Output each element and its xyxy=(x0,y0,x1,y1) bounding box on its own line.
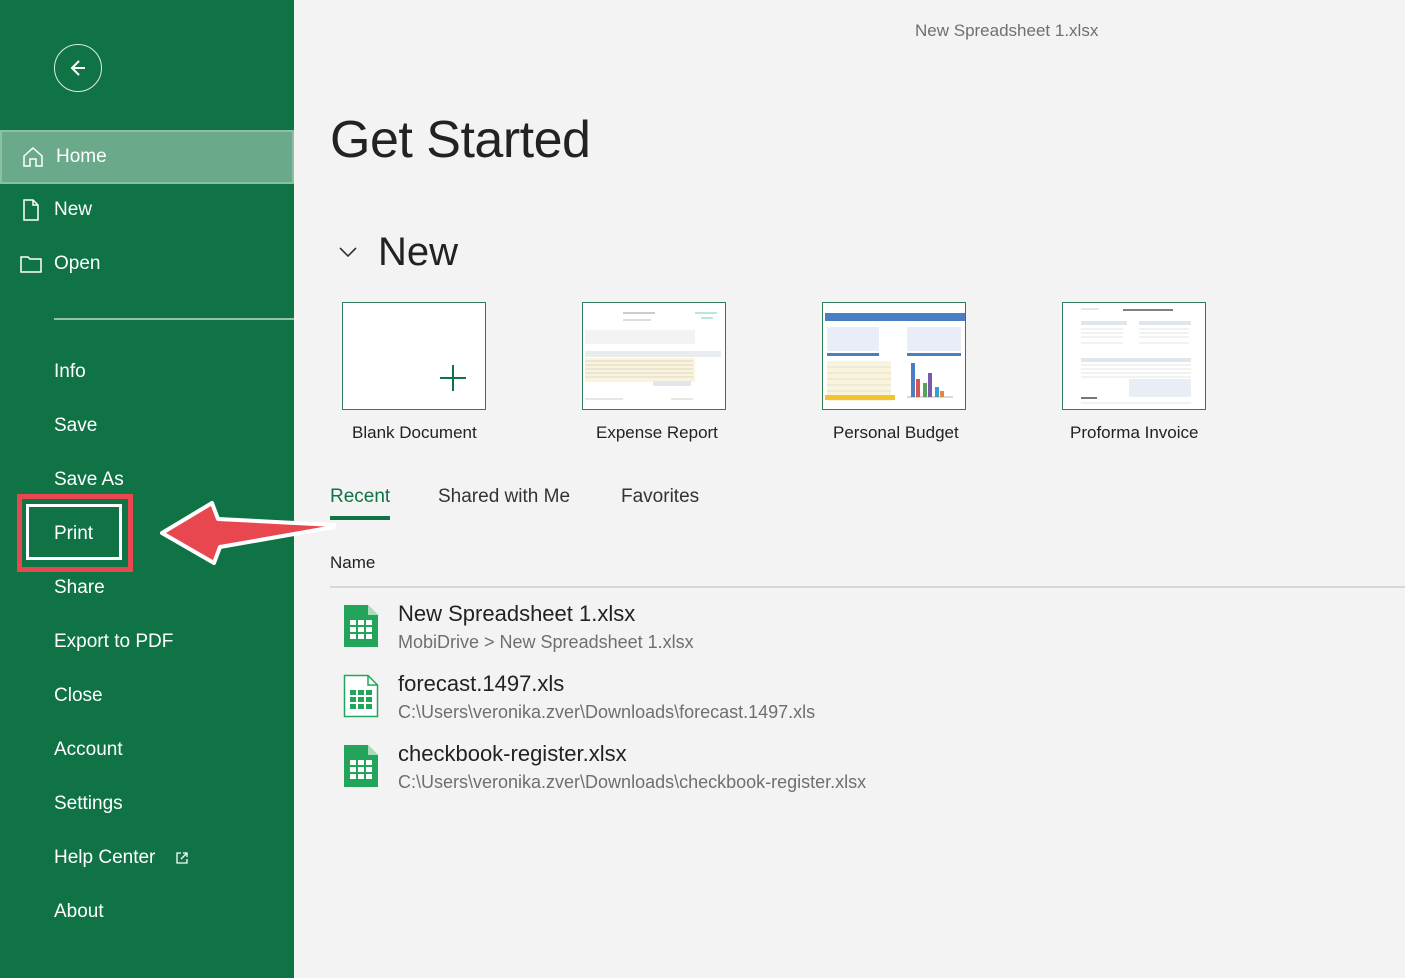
sidebar-item-label: Close xyxy=(54,685,103,706)
proforma-invoice-preview-icon xyxy=(1063,303,1205,409)
sidebar-item-close[interactable]: Close xyxy=(0,669,294,723)
sidebar-item-label: Settings xyxy=(54,793,123,814)
sidebar-item-account[interactable]: Account xyxy=(0,723,294,777)
sidebar-item-label: Share xyxy=(54,577,105,598)
sidebar-item-save[interactable]: Save xyxy=(0,399,294,453)
template-blank-document[interactable]: Blank Document xyxy=(342,302,582,452)
template-label: Blank Document xyxy=(352,423,477,442)
expense-report-preview-icon xyxy=(583,303,725,409)
sidebar-item-help-center[interactable]: Help Center xyxy=(0,831,294,885)
template-thumbnail xyxy=(342,302,486,410)
sidebar-item-settings[interactable]: Settings xyxy=(0,777,294,831)
sidebar: Home New Open Info Save Save As Print Sh… xyxy=(0,0,294,978)
column-header-divider xyxy=(330,586,1405,588)
active-tab-indicator xyxy=(330,516,390,520)
list-item[interactable]: checkbook-register.xlsx C:\Users\veronik… xyxy=(330,741,1405,807)
template-expense-report[interactable]: Expense Report xyxy=(582,302,822,452)
help-center-label-wrap: Help Center xyxy=(54,847,189,869)
sidebar-item-about[interactable]: About xyxy=(0,885,294,939)
new-section-title: New xyxy=(378,230,459,274)
template-label: Personal Budget xyxy=(833,423,959,442)
spreadsheet-icon xyxy=(344,745,378,787)
sidebar-separator xyxy=(54,318,294,320)
file-name: checkbook-register.xlsx xyxy=(398,741,627,766)
back-button[interactable] xyxy=(54,44,102,92)
home-icon xyxy=(23,146,43,167)
template-thumbnail xyxy=(1062,302,1206,410)
external-link-icon xyxy=(176,852,188,864)
template-thumbnail xyxy=(822,302,966,410)
chevron-down-icon[interactable] xyxy=(336,242,360,262)
sidebar-item-print[interactable]: Print xyxy=(0,507,294,561)
tab-recent[interactable]: Recent xyxy=(330,486,390,508)
page-title: Get Started xyxy=(330,111,591,169)
file-icon xyxy=(23,199,39,221)
file-path: MobiDrive > New Spreadsheet 1.xlsx xyxy=(398,632,694,652)
sidebar-item-label: Save xyxy=(54,415,98,436)
sidebar-item-label: Account xyxy=(54,739,123,760)
sidebar-item-label: Home xyxy=(56,146,107,167)
tab-favorites[interactable]: Favorites xyxy=(621,486,699,508)
column-header-name[interactable]: Name xyxy=(330,553,375,573)
sidebar-item-export-pdf[interactable]: Export to PDF xyxy=(0,615,294,669)
sidebar-item-label: Open xyxy=(54,253,101,274)
sidebar-item-share[interactable]: Share xyxy=(0,561,294,615)
sidebar-item-label: New xyxy=(54,199,93,220)
arrow-left-icon xyxy=(70,60,85,76)
folder-icon xyxy=(20,256,42,273)
sidebar-item-new[interactable]: New xyxy=(0,183,294,237)
sidebar-item-label: Info xyxy=(54,361,86,382)
sidebar-item-label: Save As xyxy=(54,469,124,490)
file-name: New Spreadsheet 1.xlsx xyxy=(398,601,636,626)
file-path: C:\Users\veronika.zver\Downloads\checkbo… xyxy=(398,772,867,792)
sidebar-item-save-as[interactable]: Save As xyxy=(0,453,294,507)
template-personal-budget[interactable]: Personal Budget xyxy=(822,302,1062,452)
template-label: Expense Report xyxy=(596,423,718,442)
template-proforma-invoice[interactable]: Proforma Invoice xyxy=(1062,302,1302,452)
list-item[interactable]: New Spreadsheet 1.xlsx MobiDrive > New S… xyxy=(330,601,1405,667)
sidebar-item-info[interactable]: Info xyxy=(0,345,294,399)
template-thumbnail xyxy=(582,302,726,410)
file-name: forecast.1497.xls xyxy=(398,671,565,696)
file-path: C:\Users\veronika.zver\Downloads\forecas… xyxy=(398,702,816,722)
sidebar-item-label: Print xyxy=(54,523,94,544)
spreadsheet-icon xyxy=(344,605,378,647)
list-item[interactable]: forecast.1497.xls C:\Users\veronika.zver… xyxy=(330,671,1405,737)
sidebar-item-label: Help Center xyxy=(54,847,156,868)
sidebar-item-home[interactable]: Home xyxy=(0,130,294,184)
plus-icon xyxy=(440,365,466,391)
tab-shared-with-me[interactable]: Shared with Me xyxy=(438,486,570,508)
template-label: Proforma Invoice xyxy=(1070,423,1199,442)
sidebar-item-label: Export to PDF xyxy=(54,631,174,652)
personal-budget-preview-icon xyxy=(823,303,965,409)
sidebar-item-open[interactable]: Open xyxy=(0,237,294,291)
spreadsheet-outline-icon xyxy=(343,674,379,718)
document-title: New Spreadsheet 1.xlsx xyxy=(915,21,1099,40)
sidebar-item-label: About xyxy=(54,901,104,922)
